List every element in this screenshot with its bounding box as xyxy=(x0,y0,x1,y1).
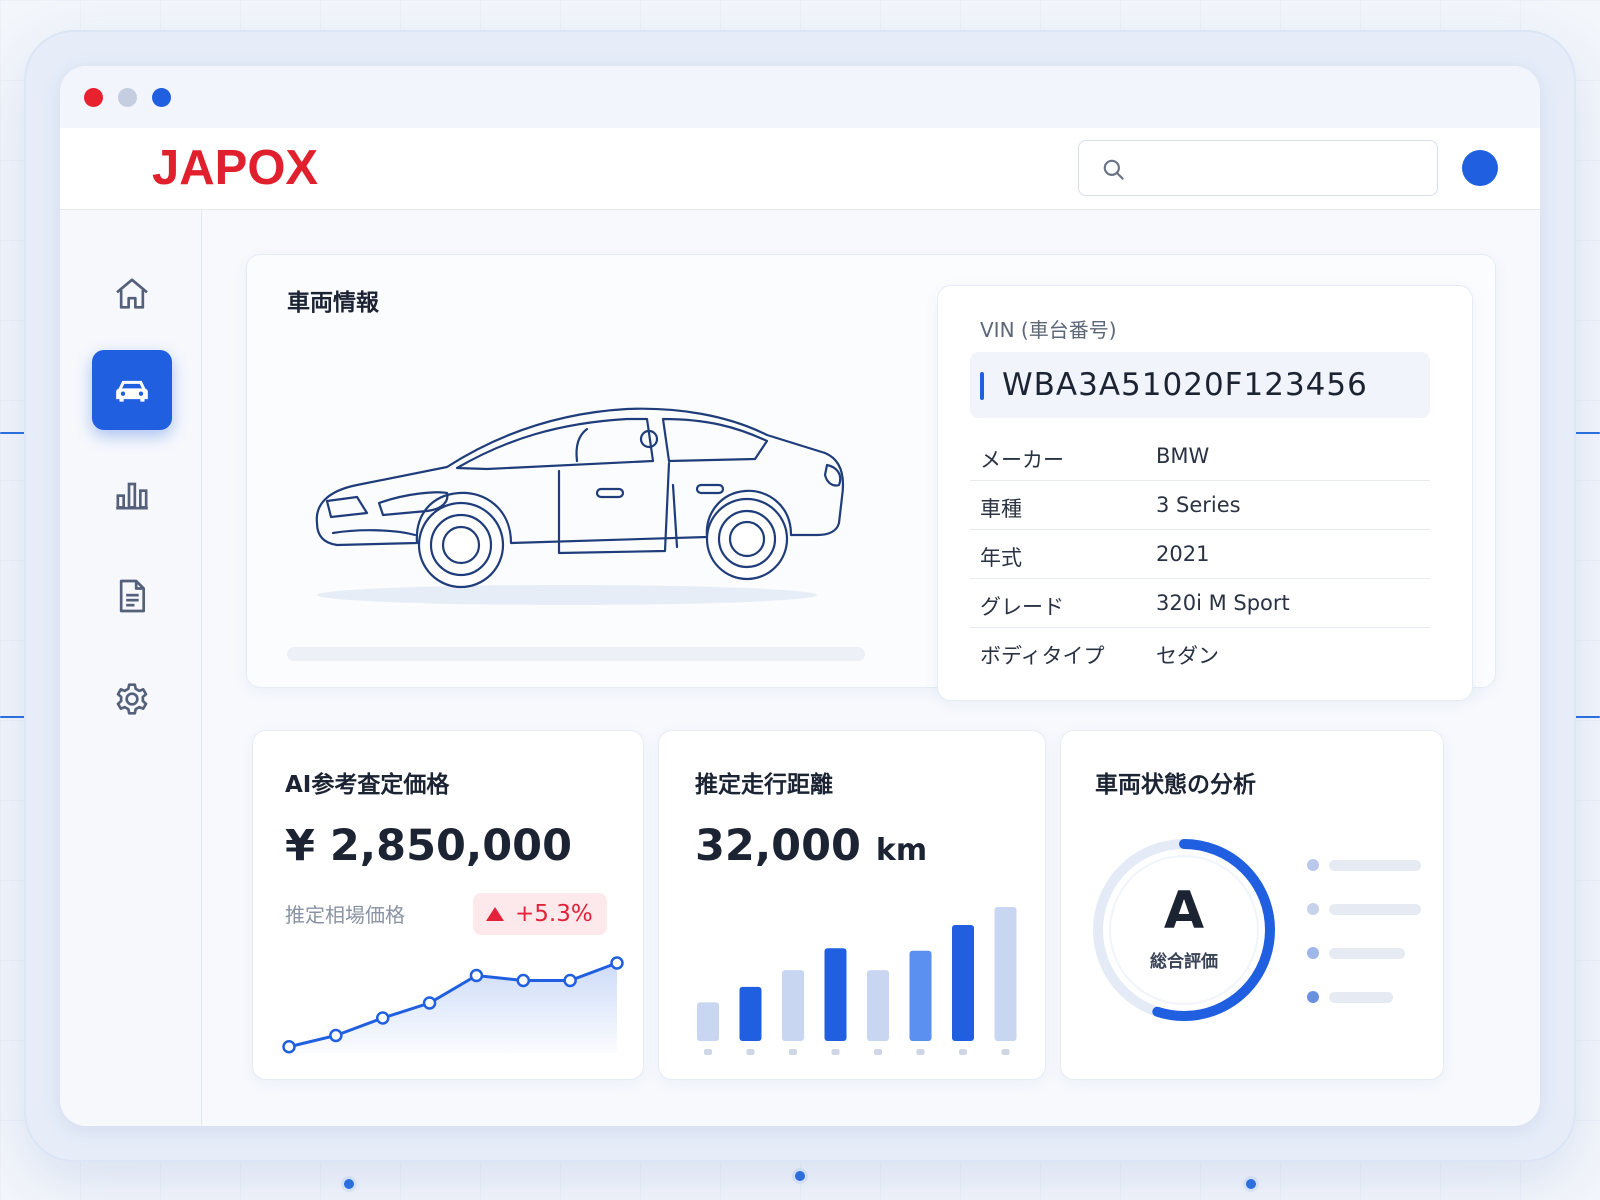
sidebar xyxy=(60,210,202,1126)
search-field[interactable] xyxy=(1078,140,1438,196)
document-icon xyxy=(119,579,145,613)
spec-key: 車種 xyxy=(980,497,1022,521)
vin-field[interactable]: WBA3A51020F123456 xyxy=(970,352,1430,418)
spec-value: BMW xyxy=(1156,444,1210,468)
spec-row-grade: グレード 320i M Sport xyxy=(970,579,1430,628)
top-header: JAPOX xyxy=(60,128,1540,210)
brand-logo[interactable]: JAPOX xyxy=(152,140,318,196)
vin-value: WBA3A51020F123456 xyxy=(1002,367,1368,403)
mileage-bar[interactable] xyxy=(952,925,974,1041)
spec-key: グレード xyxy=(980,595,1064,619)
sidebar-item-home[interactable] xyxy=(92,254,172,334)
mileage-bar[interactable] xyxy=(867,970,889,1041)
ai-price-value: ¥ 2,850,000 xyxy=(285,821,572,871)
price-change-value: +5.3% xyxy=(515,901,593,927)
spec-row-maker: メーカー BMW xyxy=(970,432,1430,481)
mileage-bar[interactable] xyxy=(909,950,932,1041)
spec-key: メーカー xyxy=(980,448,1064,472)
mileage-bar-tick xyxy=(959,1049,967,1055)
price-trend-chart xyxy=(282,956,624,1054)
mileage-bar-tick xyxy=(789,1049,797,1055)
bar-chart-icon xyxy=(116,482,148,510)
spec-row-year: 年式 2021 xyxy=(970,530,1430,579)
sidebar-item-settings[interactable] xyxy=(92,660,172,740)
legend-dot xyxy=(1307,947,1319,959)
spec-key: 年式 xyxy=(980,546,1022,570)
spec-row-model: 車種 3 Series xyxy=(970,481,1430,530)
condition-title: 車両状態の分析 xyxy=(1095,772,1256,798)
legend-dot xyxy=(1307,903,1319,915)
trend-point[interactable] xyxy=(610,956,624,970)
spec-value: 320i M Sport xyxy=(1156,591,1290,615)
trend-point[interactable] xyxy=(516,973,531,988)
trend-point[interactable] xyxy=(469,968,484,983)
condition-grade-label: 総合評価 xyxy=(1150,952,1218,972)
minimize-window-button[interactable] xyxy=(118,88,137,107)
decor-dot xyxy=(1243,1176,1259,1192)
up-arrow-icon xyxy=(486,907,504,921)
mileage-bar[interactable] xyxy=(782,970,804,1041)
legend-bar xyxy=(1329,948,1405,959)
ai-price-card[interactable]: AI参考査定価格 ¥ 2,850,000 推定相場価格 +5.3% xyxy=(252,730,644,1080)
close-window-button[interactable] xyxy=(84,88,103,107)
vehicle-info-card: 車両情報 VIN (車台番号) WBA3A51020F123456 メーカー B… xyxy=(246,254,1496,701)
trend-point[interactable] xyxy=(563,973,577,988)
spec-value: セダン xyxy=(1156,644,1219,668)
vin-accent-bar xyxy=(980,372,984,400)
mileage-card[interactable]: 推定走行距離 32,000 km xyxy=(658,730,1046,1080)
legend-bar xyxy=(1329,860,1421,871)
mileage-bar-tick xyxy=(1001,1049,1010,1055)
decor-dot xyxy=(341,1176,357,1192)
legend-bar xyxy=(1329,992,1393,1003)
car-icon xyxy=(116,380,148,402)
mileage-title: 推定走行距離 xyxy=(695,772,833,798)
condition-card[interactable]: 車両状態の分析 A 総合評価 xyxy=(1060,730,1444,1080)
maximize-window-button[interactable] xyxy=(152,88,171,107)
mileage-bar[interactable] xyxy=(739,986,762,1041)
mileage-bar-tick xyxy=(704,1049,712,1055)
vin-spec-panel: VIN (車台番号) WBA3A51020F123456 メーカー BMW 車種… xyxy=(937,285,1473,701)
condition-grade: A xyxy=(1163,881,1205,941)
search-icon xyxy=(1103,159,1124,180)
spec-row-body-type: ボディタイプ セダン xyxy=(970,628,1430,677)
vin-label: VIN (車台番号) xyxy=(980,318,1117,342)
mileage-bar[interactable] xyxy=(824,948,847,1041)
trend-point[interactable] xyxy=(282,1040,296,1054)
gear-icon xyxy=(116,683,148,715)
sidebar-item-vehicle[interactable] xyxy=(92,350,172,430)
trend-point[interactable] xyxy=(422,996,437,1010)
sidebar-item-analytics[interactable] xyxy=(92,454,172,534)
sidebar-item-documents[interactable] xyxy=(92,556,172,636)
app-window: JAPOX 車両情報 VIN (車台番号) WBA3A51020F123456 … xyxy=(60,66,1540,1126)
mileage-unit: km xyxy=(875,833,928,868)
image-scrollbar-track[interactable] xyxy=(287,647,865,661)
price-change-badge: +5.3% xyxy=(473,893,607,935)
mileage-number: 32,000 xyxy=(695,821,861,871)
user-avatar[interactable] xyxy=(1462,150,1498,186)
mileage-bar-chart xyxy=(697,907,1017,1055)
vehicle-info-title: 車両情報 xyxy=(287,290,379,316)
legend-dot xyxy=(1307,991,1319,1003)
market-price-label: 推定相場価格 xyxy=(285,903,405,927)
spec-value: 2021 xyxy=(1156,542,1210,566)
legend-dot xyxy=(1307,859,1319,871)
mileage-value: 32,000 km xyxy=(695,821,927,871)
mileage-bar-tick xyxy=(874,1049,882,1055)
trend-point[interactable] xyxy=(375,1011,390,1025)
mileage-bar[interactable] xyxy=(697,1002,719,1041)
home-icon xyxy=(116,278,148,309)
mileage-bar-tick xyxy=(916,1049,925,1055)
car-illustration xyxy=(315,407,845,605)
mileage-bar-tick xyxy=(831,1049,840,1055)
spec-value: 3 Series xyxy=(1156,493,1241,517)
spec-key: ボディタイプ xyxy=(980,644,1105,668)
trend-point[interactable] xyxy=(329,1028,343,1043)
title-bar xyxy=(60,66,1540,128)
decor-dot xyxy=(792,1168,808,1184)
mileage-bar[interactable] xyxy=(994,907,1017,1041)
ai-price-title: AI参考査定価格 xyxy=(285,772,450,798)
legend-bar xyxy=(1329,904,1421,915)
mileage-bar-tick xyxy=(746,1049,755,1055)
